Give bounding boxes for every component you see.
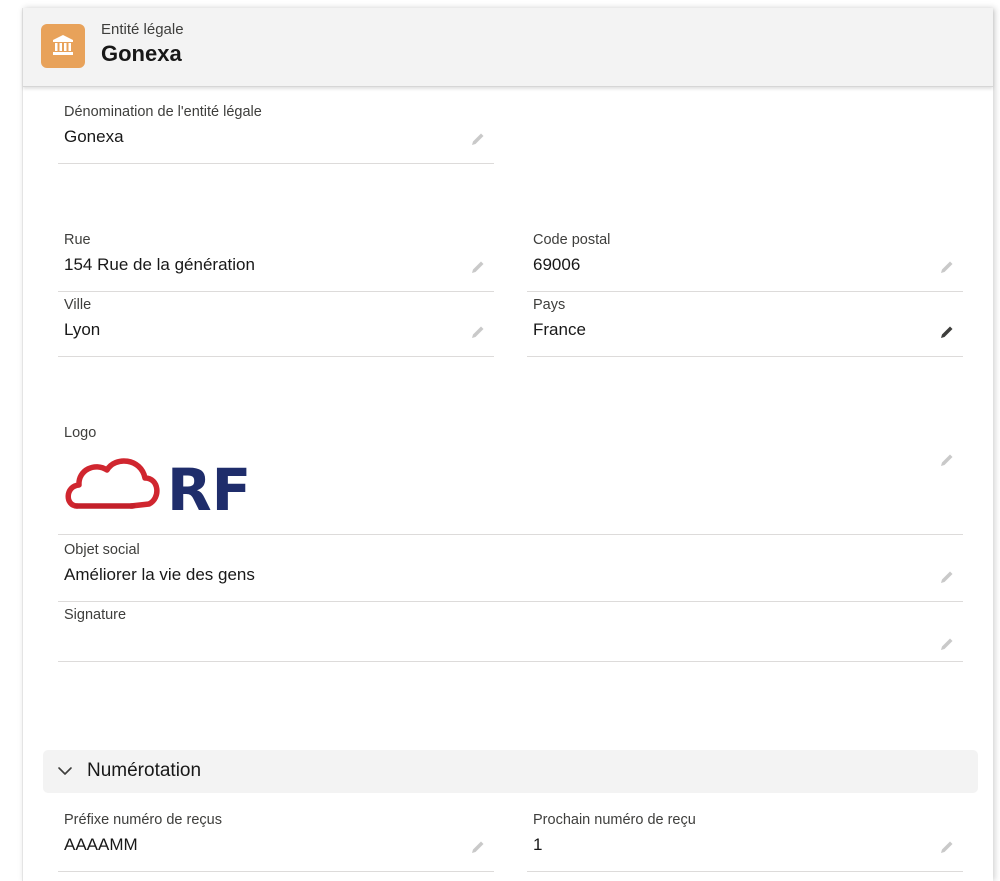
object-type-label: Entité légale — [101, 21, 184, 38]
field-street: Rue 154 Rue de la génération — [58, 225, 494, 292]
field-label: Objet social — [64, 542, 140, 558]
record-card: Entité légale Gonexa Dénomination de l'e… — [22, 8, 993, 881]
record-title: Gonexa — [101, 41, 182, 66]
section-title: Numérotation — [87, 760, 202, 781]
edit-pencil-icon[interactable] — [470, 839, 486, 855]
section-numbering-header[interactable]: Numérotation — [43, 750, 978, 793]
field-social-object: Objet social Améliorer la vie des gens — [58, 535, 963, 602]
record-header: Entité légale Gonexa — [23, 8, 993, 87]
field-value: Lyon — [64, 320, 101, 339]
field-country: Pays France — [527, 290, 963, 357]
edit-pencil-icon[interactable] — [939, 839, 955, 855]
field-city: Ville Lyon — [58, 290, 494, 357]
field-signature: Signature — [58, 600, 963, 662]
bank-icon — [41, 24, 85, 68]
edit-pencil-icon[interactable] — [939, 636, 955, 652]
field-value: 69006 — [533, 255, 581, 274]
field-label: Préfixe numéro de reçus — [64, 812, 222, 828]
field-legal-name: Dénomination de l'entité légale Gonexa — [58, 97, 494, 164]
logo-text: RF — [167, 456, 251, 518]
field-value: Gonexa — [64, 127, 124, 146]
field-label: Signature — [64, 607, 127, 623]
edit-pencil-icon[interactable] — [470, 259, 486, 275]
edit-pencil-icon[interactable] — [470, 131, 486, 147]
edit-pencil-icon[interactable] — [939, 324, 955, 340]
field-label: Logo — [64, 425, 97, 441]
field-value: 154 Rue de la génération — [64, 255, 255, 274]
field-label: Code postal — [533, 232, 611, 248]
field-next-receipt-number: Prochain numéro de reçu 1 — [527, 805, 963, 872]
chevron-down-icon — [58, 767, 72, 775]
field-value: Améliorer la vie des gens — [64, 565, 255, 584]
field-postal-code: Code postal 69006 — [527, 225, 963, 292]
field-label: Pays — [533, 297, 566, 313]
field-receipt-prefix: Préfixe numéro de reçus AAAAMM — [58, 805, 494, 872]
field-label: Rue — [64, 232, 91, 248]
field-value: AAAAMM — [64, 835, 138, 854]
field-label: Dénomination de l'entité légale — [64, 104, 262, 120]
field-value: 1 — [533, 835, 543, 854]
edit-pencil-icon[interactable] — [939, 452, 955, 468]
edit-pencil-icon[interactable] — [939, 569, 955, 585]
field-label: Ville — [64, 297, 92, 313]
field-value: France — [533, 320, 586, 339]
edit-pencil-icon[interactable] — [939, 259, 955, 275]
edit-pencil-icon[interactable] — [470, 324, 486, 340]
company-logo-image: RF — [65, 456, 251, 518]
field-label: Prochain numéro de reçu — [533, 812, 696, 828]
